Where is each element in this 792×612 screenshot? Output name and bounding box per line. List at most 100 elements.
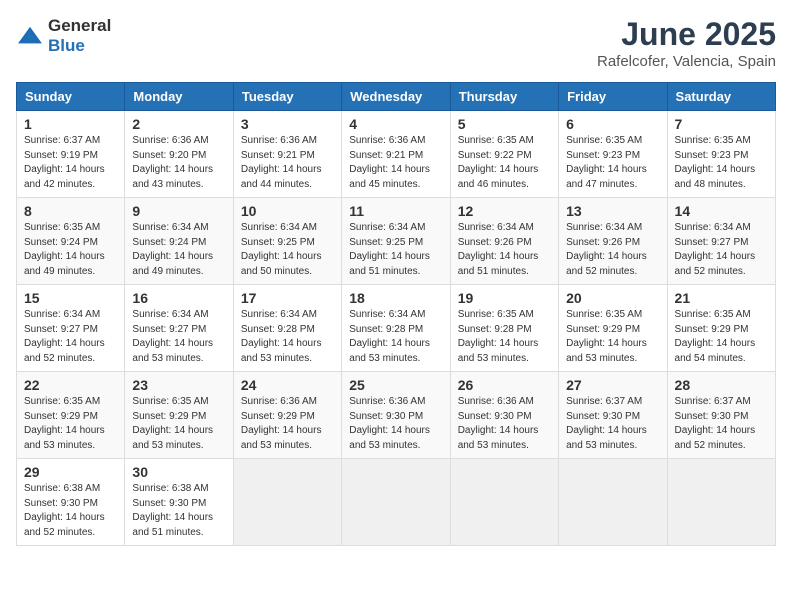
calendar-cell: 16 Sunrise: 6:34 AMSunset: 9:27 PMDayligh… — [125, 285, 233, 372]
day-info: Sunrise: 6:38 AMSunset: 9:30 PMDaylight:… — [24, 482, 117, 540]
day-number: 19 — [458, 290, 551, 306]
day-number: 20 — [566, 290, 659, 306]
day-info: Sunrise: 6:34 AMSunset: 9:28 PMDaylight:… — [241, 308, 334, 366]
day-info: Sunrise: 6:38 AMSunset: 9:30 PMDaylight:… — [132, 482, 225, 540]
calendar-cell: 9 Sunrise: 6:34 AMSunset: 9:24 PMDaylight… — [125, 198, 233, 285]
day-info: Sunrise: 6:36 AMSunset: 9:30 PMDaylight:… — [458, 395, 551, 453]
day-info: Sunrise: 6:35 AMSunset: 9:28 PMDaylight:… — [458, 308, 551, 366]
weekday-header-thursday: Thursday — [450, 83, 558, 111]
weekday-header-monday: Monday — [125, 83, 233, 111]
day-number: 23 — [132, 377, 225, 393]
calendar-cell: 11 Sunrise: 6:34 AMSunset: 9:25 PMDayligh… — [342, 198, 450, 285]
calendar-table: SundayMondayTuesdayWednesdayThursdayFrid… — [16, 82, 776, 546]
calendar-cell: 21Sunrise: 6:35 AMSunset: 9:29 PMDayligh… — [667, 285, 775, 372]
calendar-cell — [233, 459, 341, 546]
day-number: 3 — [241, 116, 334, 132]
weekday-header-sunday: Sunday — [17, 83, 125, 111]
day-number: 2 — [132, 116, 225, 132]
day-number: 30 — [132, 464, 225, 480]
day-number: 17 — [241, 290, 334, 306]
day-info: Sunrise: 6:35 AMSunset: 9:29 PMDaylight:… — [566, 308, 659, 366]
day-info: Sunrise: 6:37 AMSunset: 9:19 PMDaylight:… — [24, 134, 117, 192]
day-number: 26 — [458, 377, 551, 393]
day-number: 4 — [349, 116, 442, 132]
day-number: 5 — [458, 116, 551, 132]
day-info: Sunrise: 6:34 AMSunset: 9:26 PMDaylight:… — [566, 221, 659, 279]
calendar-cell: 30 Sunrise: 6:38 AMSunset: 9:30 PMDayligh… — [125, 459, 233, 546]
day-number: 18 — [349, 290, 442, 306]
calendar-cell — [559, 459, 667, 546]
day-number: 7 — [675, 116, 768, 132]
day-number: 21 — [675, 290, 768, 306]
day-number: 22 — [24, 377, 117, 393]
calendar-cell: 2 Sunrise: 6:36 AMSunset: 9:20 PMDaylight… — [125, 111, 233, 198]
day-number: 24 — [241, 377, 334, 393]
week-row-4: 22 Sunrise: 6:35 AMSunset: 9:29 PMDayligh… — [17, 372, 776, 459]
calendar-cell — [342, 459, 450, 546]
calendar-cell: 14Sunrise: 6:34 AMSunset: 9:27 PMDayligh… — [667, 198, 775, 285]
day-number: 25 — [349, 377, 442, 393]
calendar-cell: 17 Sunrise: 6:34 AMSunset: 9:28 PMDayligh… — [233, 285, 341, 372]
day-info: Sunrise: 6:34 AMSunset: 9:28 PMDaylight:… — [349, 308, 442, 366]
day-number: 12 — [458, 203, 551, 219]
day-number: 16 — [132, 290, 225, 306]
title-area: June 2025 Rafelcofer, Valencia, Spain — [597, 16, 776, 70]
week-row-1: 1Sunrise: 6:37 AMSunset: 9:19 PMDaylight… — [17, 111, 776, 198]
week-row-5: 29 Sunrise: 6:38 AMSunset: 9:30 PMDayligh… — [17, 459, 776, 546]
day-info: Sunrise: 6:37 AMSunset: 9:30 PMDaylight:… — [566, 395, 659, 453]
day-info: Sunrise: 6:35 AMSunset: 9:23 PMDaylight:… — [566, 134, 659, 192]
logo-icon — [16, 25, 44, 47]
calendar-cell: 20 Sunrise: 6:35 AMSunset: 9:29 PMDayligh… — [559, 285, 667, 372]
calendar-cell — [667, 459, 775, 546]
calendar-cell: 1Sunrise: 6:37 AMSunset: 9:19 PMDaylight… — [17, 111, 125, 198]
weekday-header-wednesday: Wednesday — [342, 83, 450, 111]
calendar-cell: 8Sunrise: 6:35 AMSunset: 9:24 PMDaylight… — [17, 198, 125, 285]
day-number: 28 — [675, 377, 768, 393]
calendar-cell: 5 Sunrise: 6:35 AMSunset: 9:22 PMDaylight… — [450, 111, 558, 198]
calendar-cell: 10Sunrise: 6:34 AMSunset: 9:25 PMDayligh… — [233, 198, 341, 285]
day-info: Sunrise: 6:34 AMSunset: 9:27 PMDaylight:… — [132, 308, 225, 366]
logo-general: General — [48, 16, 111, 35]
week-row-3: 15Sunrise: 6:34 AMSunset: 9:27 PMDayligh… — [17, 285, 776, 372]
calendar-cell: 23 Sunrise: 6:35 AMSunset: 9:29 PMDayligh… — [125, 372, 233, 459]
calendar-cell: 15Sunrise: 6:34 AMSunset: 9:27 PMDayligh… — [17, 285, 125, 372]
day-info: Sunrise: 6:37 AMSunset: 9:30 PMDaylight:… — [675, 395, 768, 453]
calendar-cell: 18 Sunrise: 6:34 AMSunset: 9:28 PMDayligh… — [342, 285, 450, 372]
day-info: Sunrise: 6:36 AMSunset: 9:29 PMDaylight:… — [241, 395, 334, 453]
weekday-header-saturday: Saturday — [667, 83, 775, 111]
week-row-2: 8Sunrise: 6:35 AMSunset: 9:24 PMDaylight… — [17, 198, 776, 285]
day-info: Sunrise: 6:36 AMSunset: 9:20 PMDaylight:… — [132, 134, 225, 192]
calendar-cell: 22 Sunrise: 6:35 AMSunset: 9:29 PMDayligh… — [17, 372, 125, 459]
calendar-cell: 28 Sunrise: 6:37 AMSunset: 9:30 PMDayligh… — [667, 372, 775, 459]
day-info: Sunrise: 6:34 AMSunset: 9:27 PMDaylight:… — [24, 308, 117, 366]
day-number: 9 — [132, 203, 225, 219]
weekday-header-tuesday: Tuesday — [233, 83, 341, 111]
day-number: 13 — [566, 203, 659, 219]
day-info: Sunrise: 6:34 AMSunset: 9:26 PMDaylight:… — [458, 221, 551, 279]
day-number: 8 — [24, 203, 117, 219]
day-info: Sunrise: 6:36 AMSunset: 9:30 PMDaylight:… — [349, 395, 442, 453]
day-number: 29 — [24, 464, 117, 480]
day-info: Sunrise: 6:34 AMSunset: 9:24 PMDaylight:… — [132, 221, 225, 279]
day-info: Sunrise: 6:35 AMSunset: 9:22 PMDaylight:… — [458, 134, 551, 192]
calendar-cell: 7 Sunrise: 6:35 AMSunset: 9:23 PMDaylight… — [667, 111, 775, 198]
logo-blue: Blue — [48, 36, 85, 55]
day-info: Sunrise: 6:36 AMSunset: 9:21 PMDaylight:… — [349, 134, 442, 192]
logo: General Blue — [16, 16, 111, 56]
day-info: Sunrise: 6:35 AMSunset: 9:29 PMDaylight:… — [132, 395, 225, 453]
day-info: Sunrise: 6:35 AMSunset: 9:29 PMDaylight:… — [24, 395, 117, 453]
calendar-cell: 19 Sunrise: 6:35 AMSunset: 9:28 PMDayligh… — [450, 285, 558, 372]
day-number: 11 — [349, 203, 442, 219]
day-number: 10 — [241, 203, 334, 219]
day-info: Sunrise: 6:34 AMSunset: 9:25 PMDaylight:… — [349, 221, 442, 279]
day-number: 27 — [566, 377, 659, 393]
day-info: Sunrise: 6:35 AMSunset: 9:23 PMDaylight:… — [675, 134, 768, 192]
weekday-header-row: SundayMondayTuesdayWednesdayThursdayFrid… — [17, 83, 776, 111]
day-info: Sunrise: 6:34 AMSunset: 9:27 PMDaylight:… — [675, 221, 768, 279]
page-header: General Blue June 2025 Rafelcofer, Valen… — [16, 16, 776, 70]
calendar-cell: 24 Sunrise: 6:36 AMSunset: 9:29 PMDayligh… — [233, 372, 341, 459]
day-number: 6 — [566, 116, 659, 132]
calendar-cell: 25 Sunrise: 6:36 AMSunset: 9:30 PMDayligh… — [342, 372, 450, 459]
calendar-cell: 29 Sunrise: 6:38 AMSunset: 9:30 PMDayligh… — [17, 459, 125, 546]
day-info: Sunrise: 6:36 AMSunset: 9:21 PMDaylight:… — [241, 134, 334, 192]
